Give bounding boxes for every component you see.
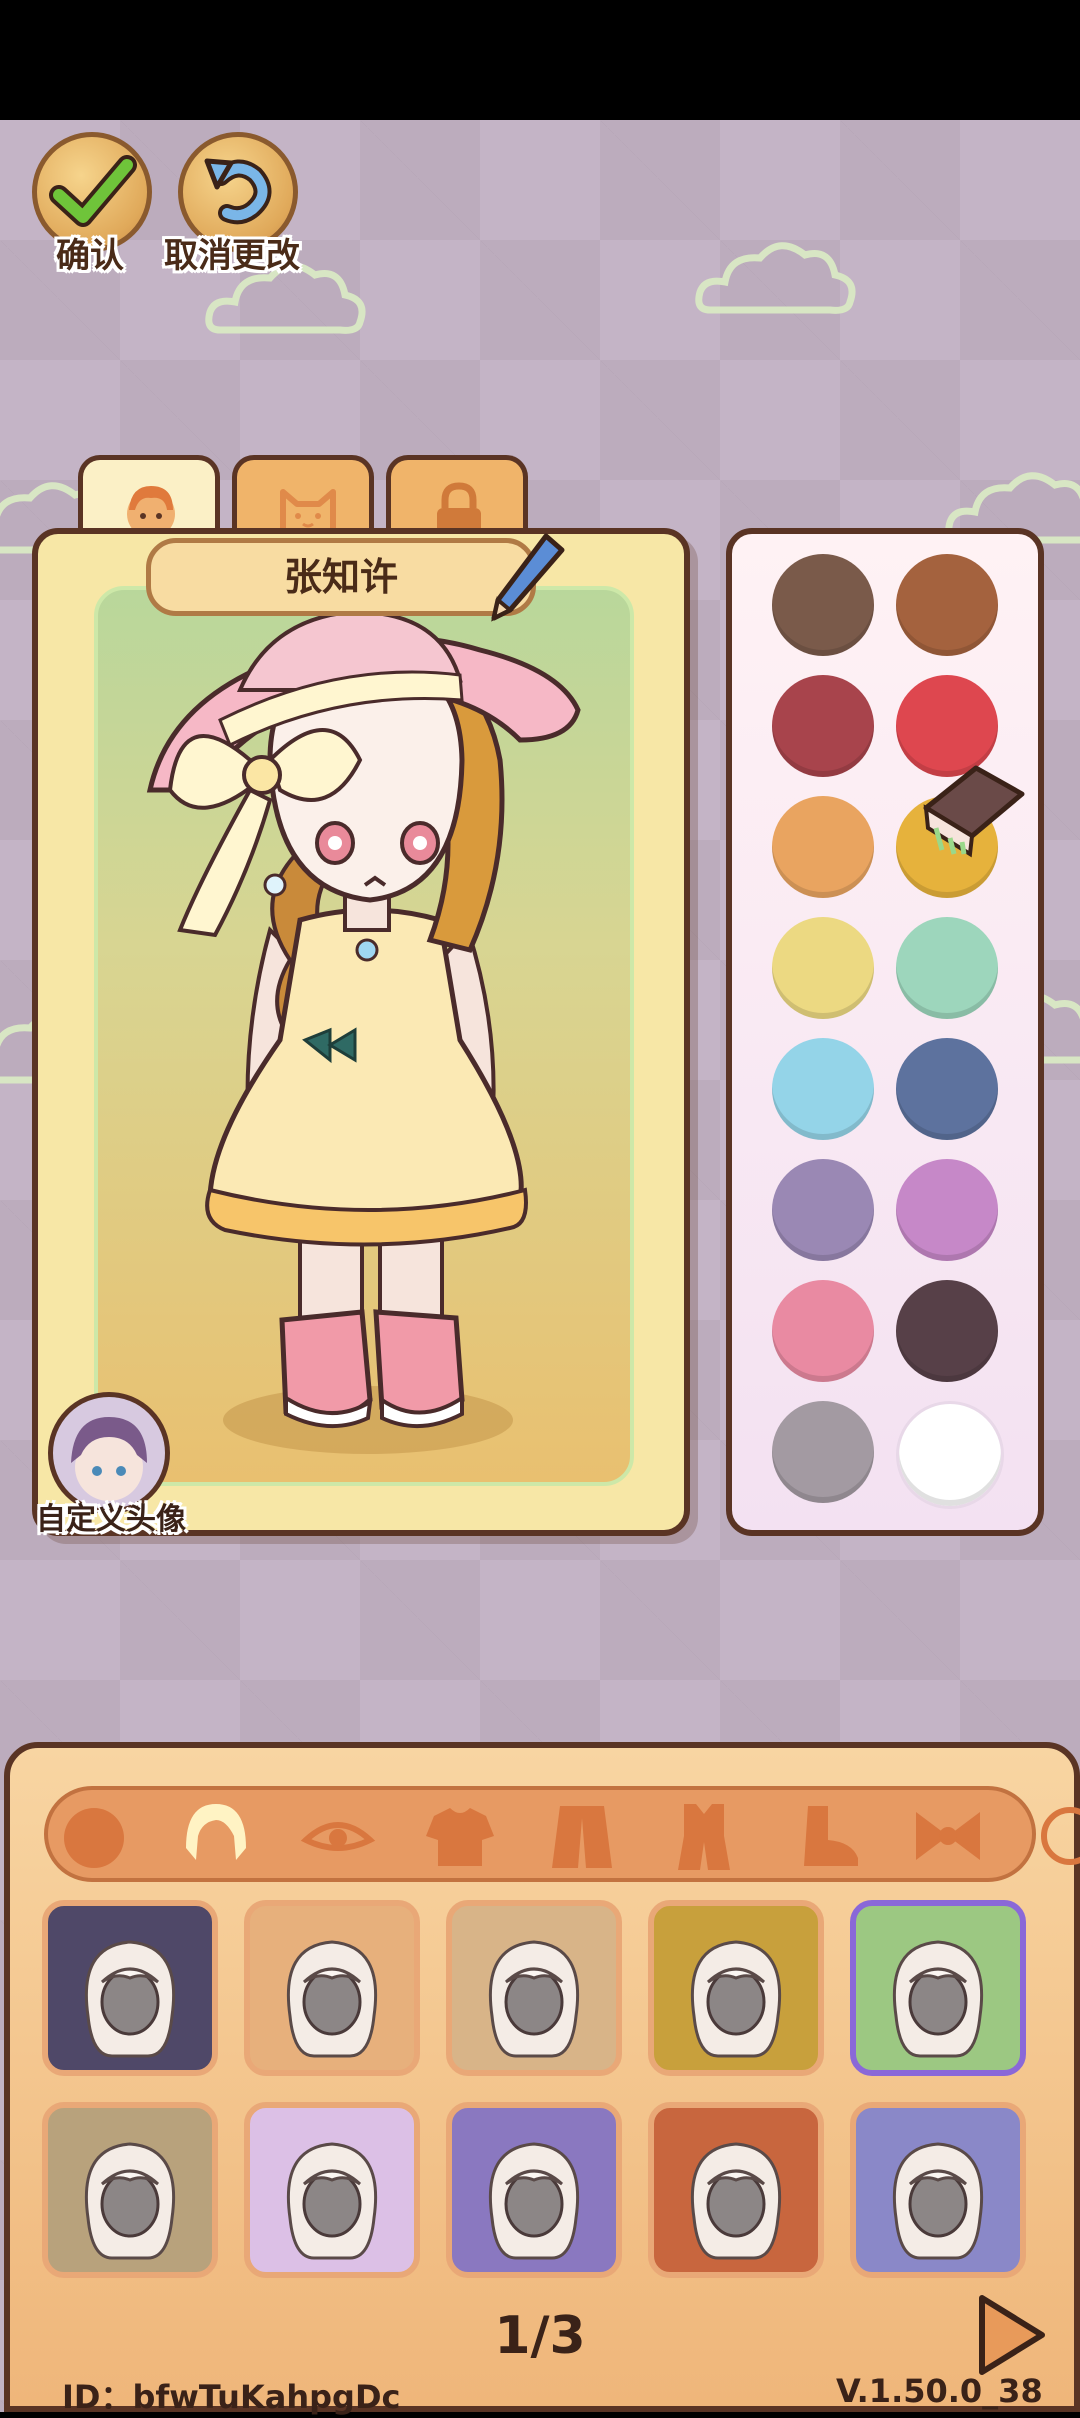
- top-icon: [426, 1808, 494, 1866]
- color-swatch[interactable]: [896, 554, 998, 656]
- color-swatch[interactable]: [772, 796, 874, 898]
- next-page-arrow-icon[interactable]: [970, 2290, 1050, 2380]
- category-outfit[interactable]: [664, 1796, 744, 1876]
- hair-item[interactable]: [446, 2102, 622, 2278]
- hair-item[interactable]: [648, 1900, 824, 2076]
- cloud-decoration: [695, 242, 856, 314]
- color-swatch[interactable]: [772, 1038, 874, 1140]
- undo-icon: [204, 158, 272, 225]
- category-more[interactable]: [1030, 1796, 1080, 1876]
- user-id: ID：bfwTuKahpgDc: [62, 2378, 401, 2416]
- hairstyle-preview-icon: [286, 1940, 378, 2058]
- hair-item[interactable]: [648, 2102, 824, 2278]
- eye-icon: [300, 1822, 376, 1851]
- hair-item[interactable]: [446, 1900, 622, 2076]
- checkmark-icon: [49, 155, 137, 227]
- hairstyle-preview-icon: [892, 2142, 984, 2260]
- hairstyle-preview-icon: [690, 1940, 782, 2058]
- hair-item[interactable]: [42, 1900, 218, 2076]
- page-indicator: 1/3: [494, 2306, 586, 2366]
- color-swatch[interactable]: [772, 1280, 874, 1382]
- cancel-changes-label: 取消更改: [164, 236, 300, 276]
- hairstyle-preview-icon: [84, 2142, 176, 2260]
- color-swatch[interactable]: [896, 1159, 998, 1261]
- bow-icon: [916, 1812, 980, 1860]
- color-palette-panel: [726, 528, 1044, 1536]
- paint-bucket-icon: [923, 765, 1025, 858]
- hair-item[interactable]: [244, 2102, 420, 2278]
- color-swatch[interactable]: [772, 1401, 874, 1503]
- category-coat[interactable]: [542, 1796, 622, 1876]
- color-swatch[interactable]: [896, 1038, 998, 1140]
- pencil-edit-icon[interactable]: [488, 530, 568, 630]
- more-icon: [1041, 1807, 1080, 1865]
- color-swatch[interactable]: [772, 675, 874, 777]
- hairstyle-preview-icon: [488, 2142, 580, 2260]
- hair-icon: [186, 1804, 246, 1860]
- status-bar: [0, 0, 1080, 120]
- color-swatch[interactable]: [896, 1401, 1004, 1509]
- category-shoe[interactable]: [786, 1796, 866, 1876]
- category-bar: [44, 1786, 1080, 1882]
- hair-item[interactable]: [244, 1900, 420, 2076]
- custom-avatar-label: 自定义头像: [36, 1502, 186, 1537]
- color-swatch[interactable]: [772, 554, 874, 656]
- face-icon: [64, 1808, 124, 1868]
- hair-item[interactable]: [850, 1900, 1026, 2076]
- hairstyle-preview-icon: [892, 1940, 984, 2058]
- color-swatch[interactable]: [896, 917, 998, 1019]
- hair-item[interactable]: [850, 2102, 1026, 2278]
- avatar-face-icon: [71, 1417, 147, 1501]
- character-name-plate[interactable]: 张知许: [146, 538, 536, 616]
- coat-icon: [552, 1806, 612, 1868]
- hair-item[interactable]: [42, 2102, 218, 2278]
- category-hair[interactable]: [176, 1796, 256, 1876]
- hairstyle-preview-icon: [286, 2142, 378, 2260]
- confirm-label: 确认: [56, 236, 124, 276]
- color-swatch[interactable]: [896, 1280, 998, 1382]
- category-eye[interactable]: [298, 1796, 378, 1876]
- category-top[interactable]: [420, 1796, 500, 1876]
- outfit-icon: [678, 1804, 730, 1870]
- hairstyle-preview-icon: [488, 1940, 580, 2058]
- character-name: 张知许: [283, 555, 398, 599]
- character-panel: [32, 528, 690, 1536]
- category-bow[interactable]: [908, 1796, 988, 1876]
- color-swatch[interactable]: [772, 1159, 874, 1261]
- character-stage: [94, 586, 634, 1486]
- shoe-icon: [804, 1806, 858, 1866]
- color-swatch[interactable]: [772, 917, 874, 1019]
- hairstyle-preview-icon: [84, 1940, 176, 2058]
- hairstyle-preview-icon: [690, 2142, 782, 2260]
- version-label: V.1.50.0_38: [836, 2372, 1043, 2410]
- category-face[interactable]: [54, 1796, 134, 1876]
